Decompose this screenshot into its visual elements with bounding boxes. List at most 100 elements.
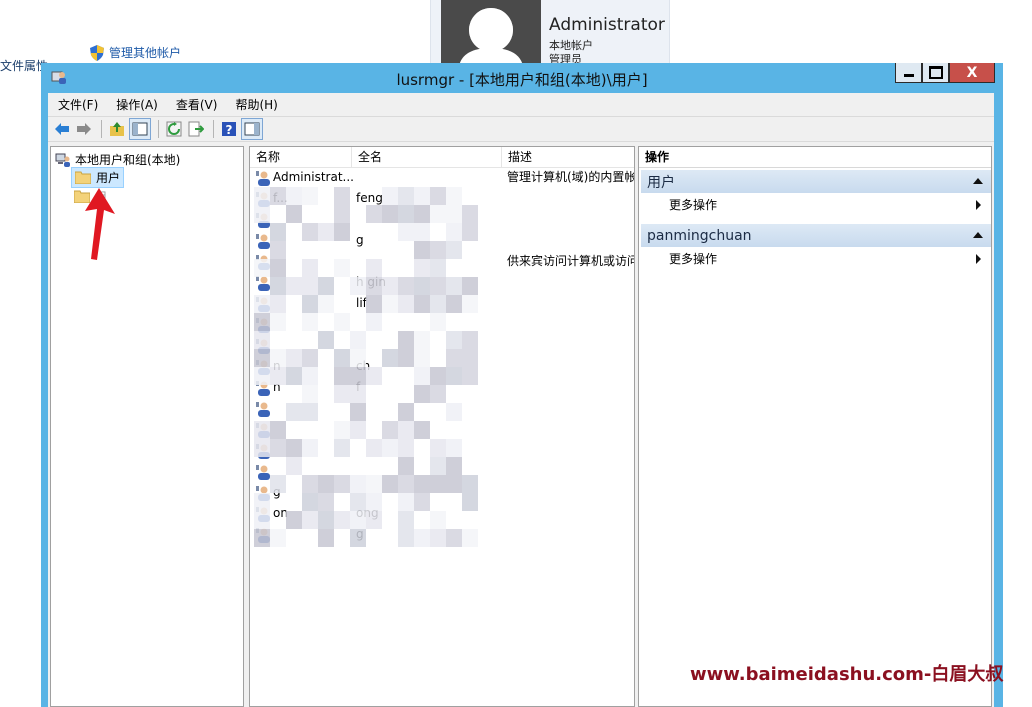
menu-view[interactable]: 查看(V) xyxy=(166,96,226,113)
mosaic-block xyxy=(270,223,286,241)
mosaic-block xyxy=(254,349,270,367)
mosaic-block xyxy=(318,529,334,547)
forward-button[interactable] xyxy=(74,119,94,139)
mosaic-block xyxy=(270,439,286,457)
menu-file[interactable]: 文件(F) xyxy=(48,96,106,113)
mosaic-block xyxy=(430,475,446,493)
mosaic-block xyxy=(254,439,270,457)
minimize-button[interactable] xyxy=(895,63,922,83)
action-group-selected-user[interactable]: panmingchuan xyxy=(641,224,991,247)
mosaic-block xyxy=(398,475,414,493)
annotation-arrow-icon xyxy=(85,188,115,260)
mosaic-block xyxy=(270,367,286,385)
mosaic-block xyxy=(430,385,446,403)
tree-item-users[interactable]: 用户 xyxy=(71,167,125,188)
mosaic-block xyxy=(302,403,318,421)
mosaic-block xyxy=(398,439,414,457)
mosaic-block xyxy=(398,295,414,313)
computer-users-icon xyxy=(55,153,70,167)
mosaic-block xyxy=(414,187,430,205)
close-button[interactable]: X xyxy=(949,63,995,83)
mosaic-block xyxy=(430,529,446,547)
show-hide-action-pane-icon xyxy=(244,122,260,136)
mosaic-block xyxy=(366,295,382,313)
mosaic-block xyxy=(398,457,414,475)
mosaic-block xyxy=(350,331,366,349)
show-hide-action-pane-button[interactable] xyxy=(241,118,263,140)
toolbar-separator xyxy=(158,120,159,138)
action-group-users[interactable]: 用户 xyxy=(641,170,991,193)
mosaic-block xyxy=(254,367,270,385)
mosaic-block xyxy=(430,187,446,205)
up-one-level-button[interactable] xyxy=(107,119,127,139)
back-button[interactable] xyxy=(52,119,72,139)
cell-description: 管理计算机(域)的内置帐户 xyxy=(507,170,635,184)
mosaic-block xyxy=(446,223,462,241)
user-list: 名称 全名 描述 Administrat...管理计算机(域)的内置帐户f...… xyxy=(249,146,635,707)
column-header-fullname[interactable]: 全名 xyxy=(352,147,502,167)
table-row[interactable]: Administrat... 管理计算机(域)的内置帐户 xyxy=(250,167,635,188)
avatar xyxy=(441,0,541,66)
mosaic-block xyxy=(414,205,430,223)
menu-help[interactable]: 帮助(H) xyxy=(225,96,285,113)
mosaic-block xyxy=(302,223,318,241)
mosaic-block xyxy=(270,529,286,547)
mosaic-block xyxy=(398,421,414,439)
mosaic-block xyxy=(462,493,478,511)
column-header-name[interactable]: 名称 xyxy=(250,147,352,167)
mosaic-block xyxy=(398,349,414,367)
mosaic-block xyxy=(366,277,382,295)
show-hide-console-tree-button[interactable] xyxy=(129,118,151,140)
mosaic-block xyxy=(414,385,430,403)
mosaic-block xyxy=(334,385,350,403)
title-bar[interactable]: lusrmgr - [本地用户和组(本地)\用户] X xyxy=(41,63,1003,91)
mosaic-block xyxy=(302,367,318,385)
table-row[interactable] xyxy=(250,419,634,440)
uac-shield-icon xyxy=(90,44,104,61)
mosaic-block xyxy=(414,223,430,241)
column-header-description[interactable]: 描述 xyxy=(502,147,634,167)
user-icon xyxy=(256,402,270,417)
mosaic-block xyxy=(334,187,350,205)
collapse-triangle-icon[interactable] xyxy=(973,232,983,238)
maximize-icon xyxy=(928,66,943,79)
refresh-icon xyxy=(166,121,182,137)
menu-action[interactable]: 操作(A) xyxy=(106,96,166,113)
mosaic-block xyxy=(318,295,334,313)
console-tree: 本地用户和组(本地) 用户 组 xyxy=(50,146,244,707)
mosaic-block xyxy=(462,295,478,313)
mosaic-block xyxy=(270,349,286,367)
tree-root-local-users-groups[interactable]: 本地用户和组(本地) xyxy=(55,151,180,168)
mosaic-block xyxy=(382,475,398,493)
back-arrow-icon xyxy=(55,123,69,135)
mosaic-block xyxy=(318,331,334,349)
mosaic-block xyxy=(286,439,302,457)
action-more-actions-users[interactable]: 更多操作 xyxy=(669,195,989,215)
mosaic-block xyxy=(398,187,414,205)
mosaic-block xyxy=(366,313,382,331)
manage-other-accounts-link[interactable]: 管理其他帐户 xyxy=(90,44,181,61)
refresh-button[interactable] xyxy=(164,119,184,139)
list-column-headers: 名称 全名 描述 xyxy=(250,147,634,168)
user-card-name: Administrator xyxy=(549,15,665,35)
mosaic-block xyxy=(286,349,302,367)
mosaic-block xyxy=(302,385,318,403)
collapse-triangle-icon[interactable] xyxy=(973,178,983,184)
mosaic-block xyxy=(414,421,430,439)
mosaic-block xyxy=(414,475,430,493)
mosaic-block xyxy=(414,241,430,259)
mosaic-block xyxy=(430,367,446,385)
action-pane-header: 操作 xyxy=(639,147,991,168)
window-client-area: 文件(F) 操作(A) 查看(V) 帮助(H) ? 本地用户和组(本地) 用户 … xyxy=(48,93,994,707)
submenu-arrow-icon xyxy=(976,200,981,210)
action-pane: 操作 用户 更多操作 panmingchuan 更多操作 xyxy=(638,146,992,707)
more-actions-label: 更多操作 xyxy=(669,198,718,212)
help-button[interactable]: ? xyxy=(219,119,239,139)
action-more-actions-selected-user[interactable]: 更多操作 xyxy=(669,249,989,269)
maximize-button[interactable] xyxy=(922,63,949,83)
mosaic-block xyxy=(302,259,318,277)
mosaic-block xyxy=(270,241,286,259)
mosaic-block xyxy=(334,259,350,277)
mosaic-block xyxy=(254,187,270,205)
export-list-button[interactable] xyxy=(186,119,206,139)
